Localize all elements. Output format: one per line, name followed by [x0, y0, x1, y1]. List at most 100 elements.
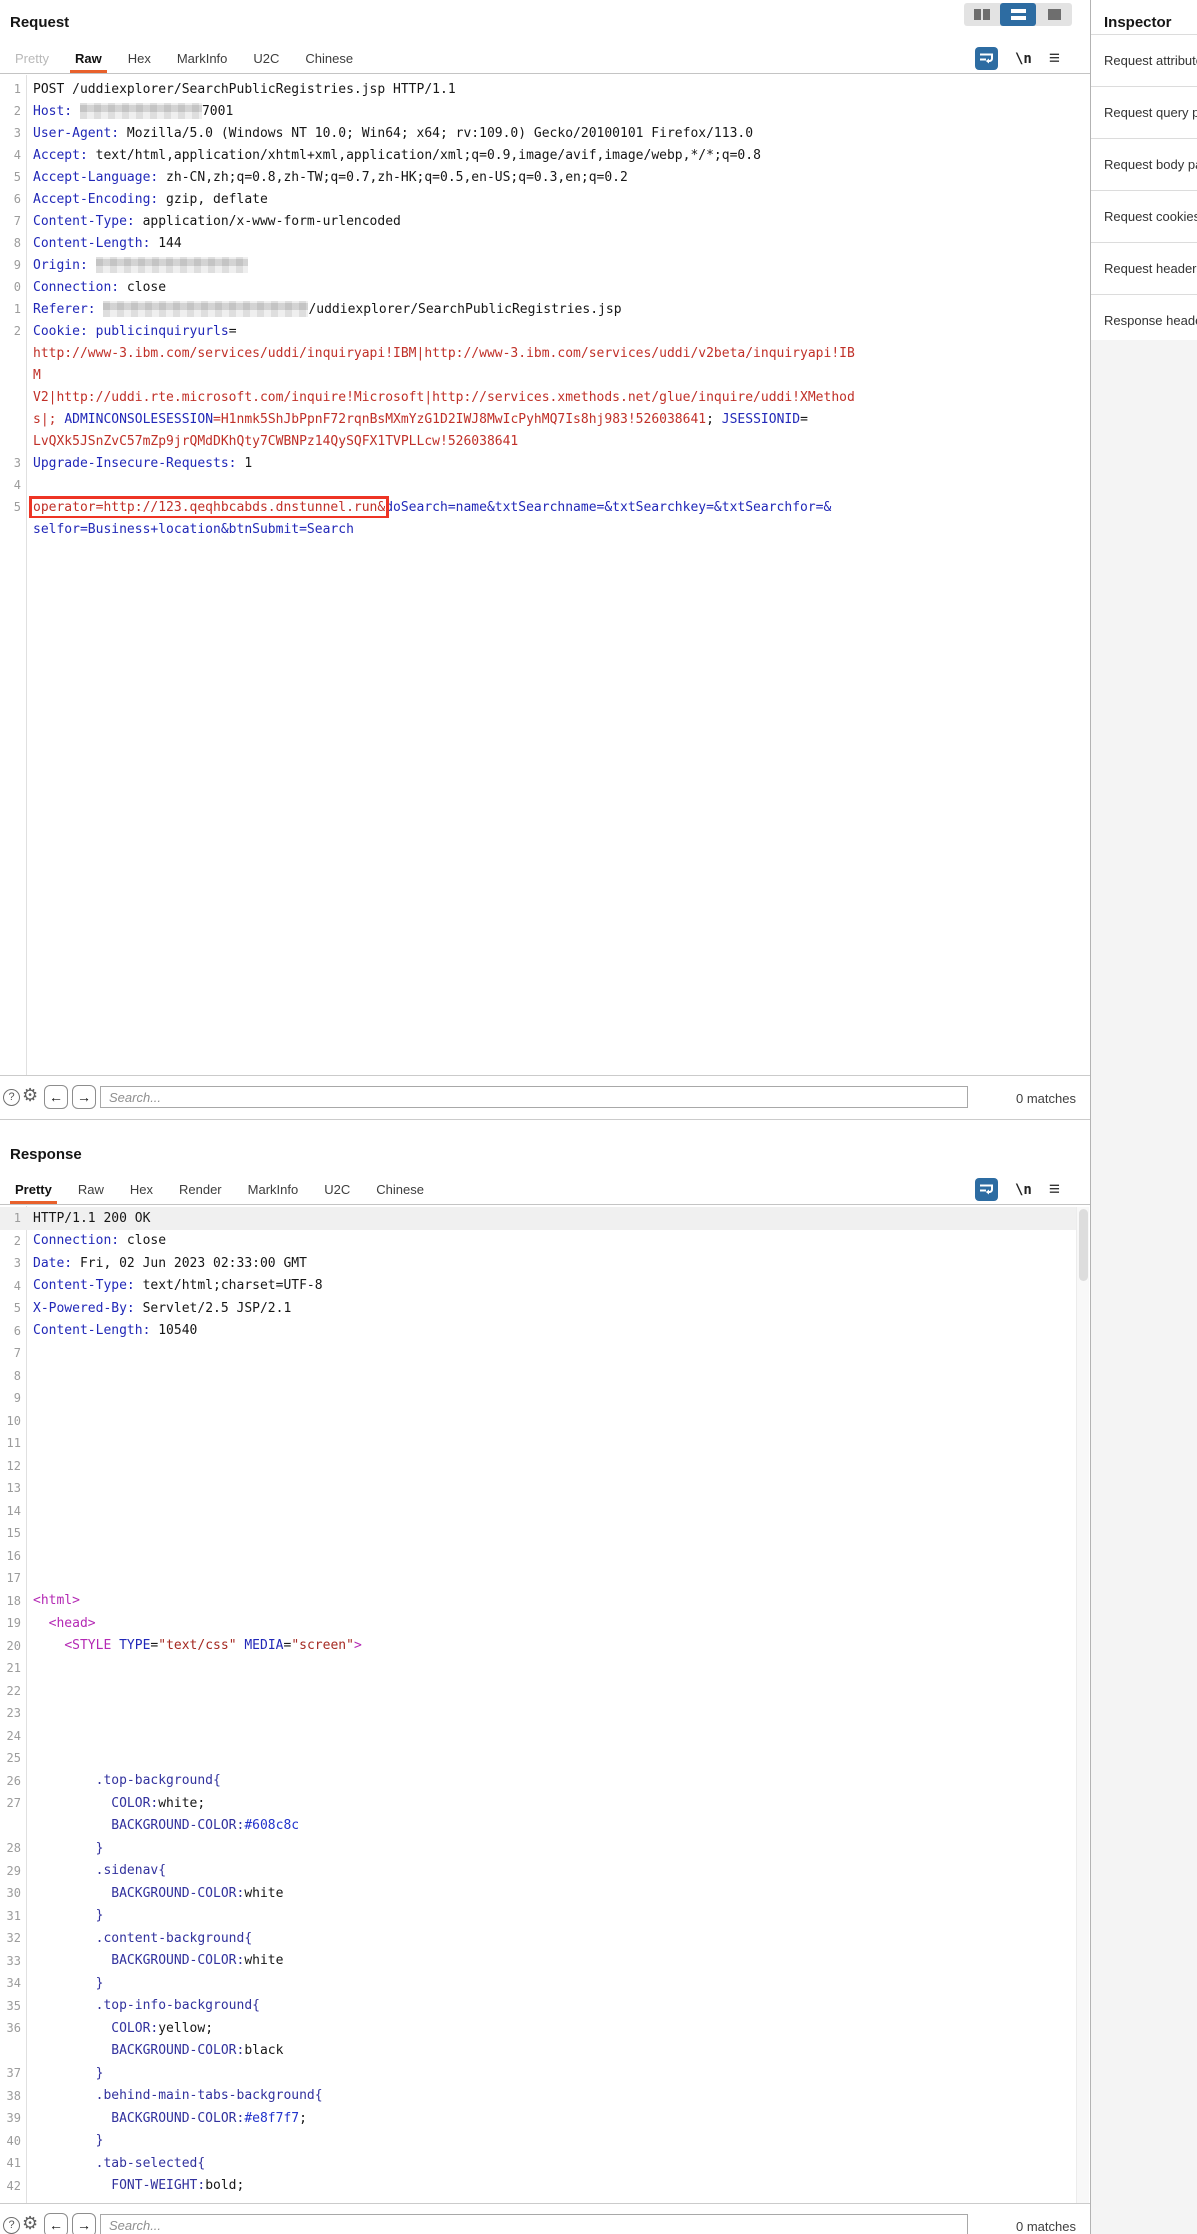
newline-toggle-icon[interactable]: \n	[1015, 1182, 1032, 1198]
inspector-item[interactable]: Request attributes	[1091, 35, 1197, 87]
line-content: }	[27, 2067, 104, 2080]
rows-layout-button[interactable]	[1000, 3, 1036, 26]
search-input[interactable]	[100, 1086, 968, 1108]
request-search-bar: ? ⚙ ← → 0 matches	[0, 1075, 1090, 1120]
scrollbar-thumb[interactable]	[1079, 1209, 1088, 1281]
prev-match-button[interactable]: ←	[44, 1085, 68, 1109]
tab-u2c[interactable]: U2C	[240, 45, 292, 73]
line-content: COLOR:white;	[27, 1797, 205, 1810]
help-icon[interactable]: ?	[3, 2217, 20, 2234]
next-match-button[interactable]: →	[72, 2213, 96, 2234]
http-message-editor: Request Pretty Raw Hex MarkInfo U2C Chinese \…	[0, 0, 1197, 2234]
code-text: FONT-WEIGHT:	[33, 2178, 206, 2194]
tab-u2c[interactable]: U2C	[311, 1176, 363, 1204]
code-text: Servlet/2.5 JSP/2.1	[134, 1300, 292, 1316]
line-content: Referer: /uddiexplorer/SearchPublicRegis…	[27, 301, 622, 317]
newline-toggle-icon[interactable]: \n	[1015, 51, 1032, 67]
line-number: 36	[6, 2021, 21, 2036]
request-editor-icons: \n ≡	[975, 47, 1060, 70]
tab-raw[interactable]: Raw	[62, 45, 115, 73]
inspector-item[interactable]: Request headers	[1091, 243, 1197, 295]
line-number: 0	[13, 280, 21, 294]
code-line: 3 Date: Fri, 02 Jun 2023 02:33:00 GMT	[0, 1252, 1076, 1275]
code-text: =H1nmk5ShJbPpnF72rqnBsMXmYzG1D2IWJ8MwIcP…	[213, 411, 707, 427]
line-number: 4	[13, 1278, 21, 1293]
response-scrollbar[interactable]	[1076, 1207, 1089, 2203]
redacted-text	[79, 103, 202, 119]
word-wrap-icon[interactable]	[975, 1178, 998, 1201]
code-text: s|;	[33, 411, 65, 427]
code-text: Accept-Encoding:	[33, 191, 159, 207]
search-input[interactable]	[100, 2214, 968, 2234]
line-content: BACKGROUND-COLOR:black	[27, 2044, 283, 2057]
line-content: FONT-WEIGHT:bold;	[27, 2179, 244, 2192]
gear-icon[interactable]: ⚙	[22, 2213, 38, 2234]
tab-pretty[interactable]: Pretty	[2, 45, 62, 73]
gear-icon[interactable]: ⚙	[22, 1085, 38, 1106]
line-number: 28	[6, 1841, 21, 1856]
line-number: 40	[6, 2133, 21, 2148]
line-number: 8	[13, 236, 21, 250]
word-wrap-icon[interactable]	[975, 47, 998, 70]
tab-raw[interactable]: Raw	[65, 1176, 117, 1204]
code-line: 17	[0, 1567, 1076, 1590]
code-line: 10	[0, 1410, 1076, 1433]
line-number: 13	[6, 1481, 21, 1496]
code-text: Content-Length:	[33, 235, 151, 251]
tab-hex[interactable]: Hex	[115, 45, 164, 73]
tab-pretty[interactable]: Pretty	[2, 1176, 65, 1204]
tab-markinfo[interactable]: MarkInfo	[164, 45, 241, 73]
line-content: BACKGROUND-COLOR:white	[27, 1887, 283, 1900]
inspector-item[interactable]: Request query parameters	[1091, 87, 1197, 139]
code-text: .top-info-background{	[33, 1998, 260, 2014]
code-text: }	[33, 1840, 104, 1856]
request-code-view[interactable]: 1 POST /uddiexplorer/SearchPublicRegistri…	[0, 78, 1090, 540]
code-text: POST /uddiexplorer/SearchPublicRegistrie…	[33, 81, 456, 97]
line-content: }	[27, 1977, 104, 1990]
code-line: 18 <html>	[0, 1590, 1076, 1613]
hamburger-menu-icon[interactable]: ≡	[1049, 1180, 1060, 1199]
line-number: 7	[13, 1346, 21, 1361]
response-panel-title: Response	[10, 1146, 82, 1163]
code-text: #e8f7f7	[244, 2110, 300, 2126]
code-line: 24	[0, 1725, 1076, 1748]
code-line: 1 Referer: /uddiexplorer/SearchPublicRegi…	[0, 298, 1090, 320]
code-text: TYPE	[111, 1638, 151, 1654]
line-number: 20	[6, 1638, 21, 1653]
inspector-item-list: Request attributesRequest query paramete…	[1091, 34, 1197, 347]
code-line: 41 .tab-selected{	[0, 2152, 1076, 2175]
prev-match-button[interactable]: ←	[44, 2213, 68, 2234]
line-number: 32	[6, 1931, 21, 1946]
code-line: 22	[0, 1680, 1076, 1703]
next-match-button[interactable]: →	[72, 1085, 96, 1109]
line-number: 16	[6, 1548, 21, 1563]
response-code-view[interactable]: 1 HTTP/1.1 200 OK 2 Connection: close 3 Date:…	[0, 1207, 1076, 2197]
inspector-panel: Inspector Request attributesRequest quer…	[1091, 0, 1197, 2234]
code-text: close	[119, 279, 167, 295]
tab-chinese[interactable]: Chinese	[363, 1176, 437, 1204]
hamburger-menu-icon[interactable]: ≡	[1049, 49, 1060, 68]
code-text: Content-Type:	[33, 213, 135, 229]
request-tabbar: Pretty Raw Hex MarkInfo U2C Chinese	[0, 45, 1090, 74]
inspector-item[interactable]: Request cookies	[1091, 191, 1197, 243]
line-number: 5	[13, 500, 21, 514]
help-icon[interactable]: ?	[3, 1089, 20, 1106]
code-line: V2|http://uddi.rte.microsoft.com/inquire…	[0, 386, 1090, 408]
line-content: BACKGROUND-COLOR:white	[27, 1954, 283, 1967]
columns-layout-button[interactable]	[964, 3, 1000, 26]
code-text: Content-Length:	[33, 1323, 151, 1339]
tab-hex[interactable]: Hex	[117, 1176, 166, 1204]
tab-render[interactable]: Render	[166, 1176, 235, 1204]
line-content: <STYLE TYPE="text/css" MEDIA="screen">	[27, 1638, 361, 1654]
line-content: COLOR:yellow;	[27, 2022, 213, 2035]
line-number: 38	[6, 2088, 21, 2103]
inspector-item[interactable]: Request body parameters	[1091, 139, 1197, 191]
inspector-title: Inspector	[1104, 14, 1172, 31]
tab-markinfo[interactable]: MarkInfo	[235, 1176, 312, 1204]
single-layout-button[interactable]	[1036, 3, 1072, 26]
tab-chinese[interactable]: Chinese	[292, 45, 366, 73]
line-content: V2|http://uddi.rte.microsoft.com/inquire…	[27, 391, 855, 404]
code-text: User-Agent:	[33, 125, 120, 141]
code-line: 4 Content-Type: text/html;charset=UTF-8	[0, 1275, 1076, 1298]
